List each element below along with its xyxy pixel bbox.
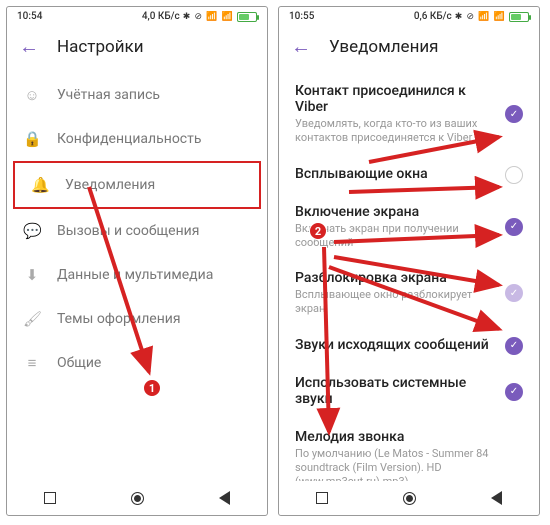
row-general[interactable]: ≡ Общие (7, 341, 267, 385)
back-icon[interactable]: ← (291, 34, 311, 59)
item-title: Разблокировка экрана (295, 270, 497, 286)
status-bar: 10:54 4,0 КБ/с ✱ ⊘ 📶 📶 (7, 7, 267, 24)
row-label: Темы оформления (57, 311, 181, 327)
page-title: Настройки (57, 37, 144, 57)
row-label: Общие (57, 355, 101, 371)
notif-list: Контакт присоединился к ViberУведомлять,… (279, 73, 539, 481)
toggle-check[interactable]: ✓ (505, 383, 523, 401)
battery-icon (237, 12, 257, 22)
status-icons: ✱ ⊘ 📶 📶 (455, 12, 506, 22)
page-title: Уведомления (329, 37, 439, 57)
nav-recent-icon[interactable] (316, 492, 328, 504)
toggle-check[interactable]: ✓ (505, 218, 523, 236)
item-title: Контакт присоединился к Viber (295, 83, 497, 115)
row-label: Вызовы и сообщения (57, 223, 199, 239)
phone-left: 10:54 4,0 КБ/с ✱ ⊘ 📶 📶 ← Настройки ☺ Учё… (6, 6, 268, 516)
item-title: Использовать системные звуки (295, 375, 497, 407)
annotation-badge-1: 1 (143, 379, 161, 397)
nav-bar (7, 481, 267, 515)
nav-back-icon[interactable] (491, 491, 502, 505)
row-label: Уведомления (65, 177, 155, 193)
status-icons: ✱ ⊘ 📶 📶 (183, 12, 234, 22)
row-calls[interactable]: 💬 Вызовы и сообщения (7, 209, 267, 253)
notif-item[interactable]: Контакт присоединился к ViberУведомлять,… (279, 73, 539, 156)
item-title: Звуки исходящих сообщений (295, 337, 497, 353)
status-net: 4,0 КБ/с (142, 11, 180, 22)
item-subtitle: По умолчанию (Le Matos - Summer 84 sound… (295, 447, 515, 481)
item-title: Всплывающие окна (295, 166, 497, 182)
nav-bar (279, 481, 539, 515)
row-label: Конфиденциальность (57, 131, 201, 147)
nav-home-icon[interactable] (131, 492, 144, 505)
notif-item[interactable]: Всплывающие окна (279, 156, 539, 194)
row-themes[interactable]: 🖌 Темы оформления (7, 297, 267, 341)
nav-back-icon[interactable] (219, 491, 230, 505)
status-time: 10:55 (289, 11, 314, 22)
row-notifications[interactable]: 🔔 Уведомления (13, 161, 261, 209)
toggle-check[interactable] (505, 166, 523, 184)
battery-icon (509, 12, 529, 22)
notif-item[interactable]: Мелодия звонка По умолчанию (Le Matos - S… (279, 419, 539, 481)
list-icon: ≡ (23, 354, 41, 372)
row-label: Данные и мультимедиа (57, 267, 213, 283)
bell-icon: 🔔 (31, 176, 49, 194)
item-subtitle: Всплывающее окно разблокирует экран (295, 288, 497, 317)
row-privacy[interactable]: 🔒 Конфиденциальность (7, 117, 267, 161)
toggle-check[interactable]: ✓ (505, 105, 523, 123)
notif-item[interactable]: Звуки исходящих сообщений ✓ (279, 327, 539, 365)
row-media[interactable]: ⬇ Данные и мультимедиа (7, 253, 267, 297)
toggle-check[interactable]: ✓ (505, 284, 523, 302)
row-label: Учётная запись (57, 87, 160, 103)
item-subtitle: Уведомлять, когда кто-то из ваших контак… (295, 117, 497, 146)
item-title: Мелодия звонка (295, 429, 515, 445)
toggle-check[interactable]: ✓ (505, 337, 523, 355)
account-icon: ☺ (23, 86, 41, 104)
status-net: 0,6 КБ/с (414, 11, 452, 22)
status-time: 10:54 (17, 11, 42, 22)
settings-list: ☺ Учётная запись 🔒 Конфиденциальность 🔔 … (7, 73, 267, 481)
lock-icon: 🔒 (23, 130, 41, 148)
annotation-badge-2: 2 (309, 222, 327, 240)
row-account[interactable]: ☺ Учётная запись (7, 73, 267, 117)
download-icon: ⬇ (23, 266, 41, 284)
nav-home-icon[interactable] (403, 492, 416, 505)
notif-item[interactable]: Использовать системные звуки ✓ (279, 365, 539, 419)
item-title: Включение экрана (295, 204, 497, 220)
status-bar: 10:55 0,6 КБ/с ✱ ⊘ 📶 📶 (279, 7, 539, 24)
header: ← Настройки (7, 24, 267, 73)
brush-icon: 🖌 (23, 310, 41, 328)
header: ← Уведомления (279, 24, 539, 73)
phone-right: 10:55 0,6 КБ/с ✱ ⊘ 📶 📶 ← Уведомления Кон… (278, 6, 540, 516)
chat-icon: 💬 (23, 222, 41, 240)
nav-recent-icon[interactable] (44, 492, 56, 504)
notif-item[interactable]: Разблокировка экрана Всплывающее окно раз… (279, 260, 539, 327)
back-icon[interactable]: ← (19, 34, 39, 59)
